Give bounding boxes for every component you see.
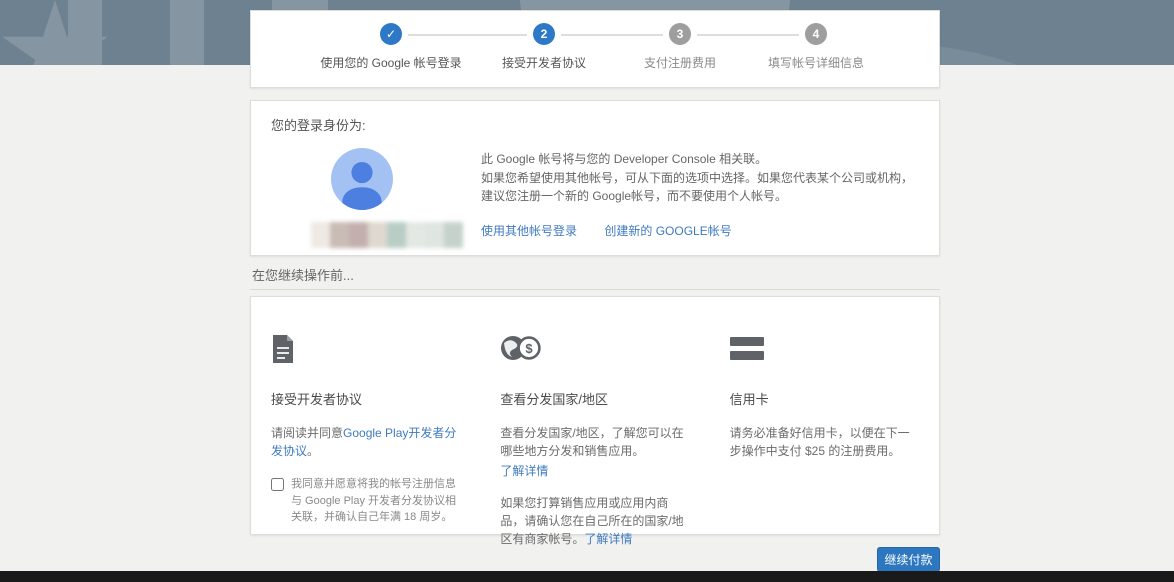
learn-more-link-1[interactable]: 了解详情 — [500, 462, 548, 480]
checklist-columns: 接受开发者协议 请阅读并同意Google Play开发者分发协议。 我同意并愿意… — [271, 335, 919, 548]
redacted-email — [311, 222, 481, 248]
play-console-signup-screen: ✓ 使用您的 Google 帐号登录 2 接受开发者协议 3 支付注册费用 4 … — [0, 0, 1174, 582]
agreement-column: 接受开发者协议 请阅读并同意Google Play开发者分发协议。 我同意并愿意… — [271, 335, 460, 548]
agreement-checkbox[interactable] — [271, 478, 284, 491]
document-icon — [271, 335, 460, 367]
create-account-link[interactable]: 创建新的 GOOGLE帐号 — [604, 224, 731, 238]
countries-para2-wrap: 如果您打算销售应用或应用内商品，请确认您在自己所在的国家/地区有商家帐号。了解详… — [500, 494, 689, 548]
agreement-text-suffix: 。 — [307, 444, 319, 458]
checklist-card: 接受开发者协议 请阅读并同意Google Play开发者分发协议。 我同意并愿意… — [250, 296, 940, 535]
globe-dollar-icon: $ — [500, 335, 689, 367]
switch-account-link[interactable]: 使用其他帐号登录 — [481, 224, 577, 238]
identity-card: 您的登录身份为: — [250, 100, 940, 256]
step-sign-in: ✓ 使用您的 Google 帐号登录 — [306, 23, 476, 79]
credit-card-icon — [730, 335, 919, 367]
identity-body: 此 Google 帐号将与您的 Developer Console 相关联。 如… — [271, 148, 919, 248]
learn-more-link-2[interactable]: 了解详情 — [584, 532, 632, 546]
step-number-icon: 4 — [805, 23, 827, 45]
step-accept-agreement: 2 接受开发者协议 — [476, 23, 612, 79]
steps-row: ✓ 使用您的 Google 帐号登录 2 接受开发者协议 3 支付注册费用 4 … — [251, 11, 939, 87]
step-label: 支付注册费用 — [644, 54, 716, 71]
agreement-checkbox-row: 我同意并愿意将我的帐号注册信息与 Google Play 开发者分发协议相关联，… — [271, 476, 460, 526]
identity-line1: 此 Google 帐号将与您的 Developer Console 相关联。 — [481, 150, 919, 169]
step-label: 使用您的 Google 帐号登录 — [320, 54, 461, 71]
credit-card-text: 请务必准备好信用卡，以便在下一步操作中支付 $25 的注册费用。 — [730, 424, 919, 460]
countries-column: $ 查看分发国家/地区 查看分发国家/地区，了解您可以在哪些地方分发和销售应用。… — [500, 335, 689, 548]
section-divider — [250, 289, 940, 290]
check-icon: ✓ — [380, 23, 402, 45]
step-label: 填写帐号详细信息 — [768, 54, 864, 71]
countries-para1: 查看分发国家/地区，了解您可以在哪些地方分发和销售应用。 — [500, 426, 683, 458]
step-label: 接受开发者协议 — [502, 54, 586, 71]
countries-text: 查看分发国家/地区，了解您可以在哪些地方分发和销售应用。 了解详情 如果您打算销… — [500, 424, 689, 548]
credit-card-column: 信用卡 请务必准备好信用卡，以便在下一步操作中支付 $25 的注册费用。 — [730, 335, 919, 548]
agreement-checkbox-label: 我同意并愿意将我的帐号注册信息与 Google Play 开发者分发协议相关联，… — [291, 476, 460, 526]
signup-stepper: ✓ 使用您的 Google 帐号登录 2 接受开发者协议 3 支付注册费用 4 … — [250, 10, 940, 88]
step-number-icon: 3 — [669, 23, 691, 45]
step-number-icon: 2 — [533, 23, 555, 45]
identity-text: 此 Google 帐号将与您的 Developer Console 相关联。 如… — [481, 148, 919, 248]
countries-title: 查看分发国家/地区 — [500, 389, 689, 408]
continue-payment-button[interactable]: 继续付款 — [877, 547, 940, 572]
credit-card-title: 信用卡 — [730, 389, 919, 408]
step-pay-fee: 3 支付注册费用 — [612, 23, 748, 79]
person-avatar-icon — [331, 148, 393, 210]
agreement-title: 接受开发者协议 — [271, 389, 460, 408]
avatar-column — [271, 148, 481, 248]
step-account-details: 4 填写帐号详细信息 — [748, 23, 884, 79]
agreement-text-prefix: 请阅读并同意 — [271, 426, 343, 440]
identity-heading: 您的登录身份为: — [271, 115, 919, 134]
decor-bar — [170, 0, 204, 65]
bottom-bar — [0, 571, 1174, 582]
identity-links: 使用其他帐号登录 创建新的 GOOGLE帐号 — [481, 222, 919, 241]
identity-line2: 如果您希望使用其他帐号，可从下面的选项中选择。如果您代表某个公司或机构，建议您注… — [481, 169, 919, 206]
before-continue-heading: 在您继续操作前... — [252, 265, 354, 284]
svg-text:$: $ — [526, 341, 534, 356]
agreement-text: 请阅读并同意Google Play开发者分发协议。 — [271, 424, 460, 460]
